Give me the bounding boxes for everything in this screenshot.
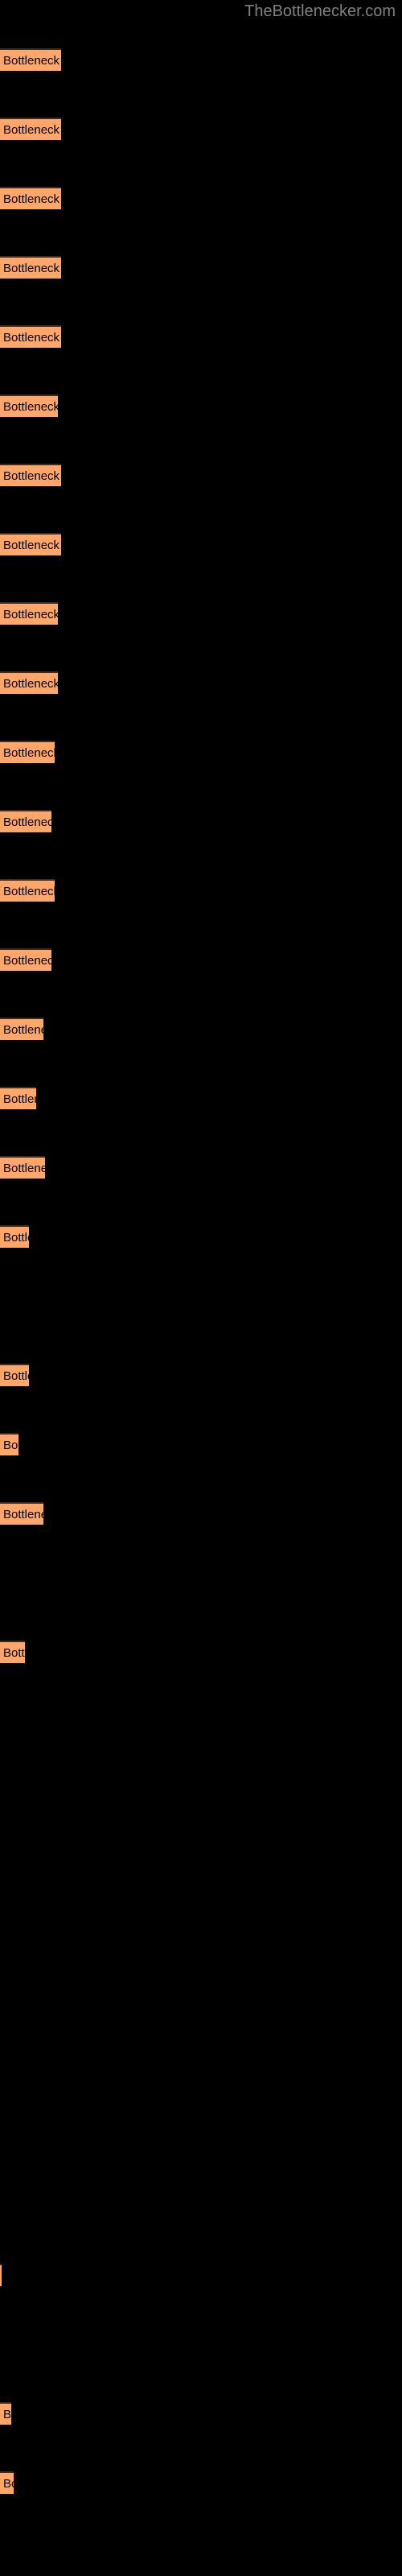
bar-label: Bottleneck result (3, 192, 61, 206)
bar-label: Bottleneck result (3, 1646, 25, 1660)
bar-label: Bottleneck result (3, 1162, 45, 1175)
bar-row-36: Bottleneck result (0, 2471, 14, 2494)
bar-label: Bottleneck result (3, 2408, 11, 2421)
bar-row-13: Bottleneck result (0, 879, 55, 902)
bar-row-10: Bottleneck result (0, 671, 58, 694)
bar-row-11: Bottleneck result (0, 741, 55, 763)
bar-row-2: Bottleneck result (0, 118, 61, 140)
bar-row-18: Bottleneck result (0, 1225, 29, 1248)
bar-label: Bottleneck result (3, 2477, 14, 2491)
bar-row-16: Bottleneck result (0, 1087, 36, 1109)
bar-label: Bottleneck result (3, 815, 51, 829)
bar-row-22: Bottleneck result (0, 1502, 43, 1525)
bar-label: Bottleneck result (3, 1439, 18, 1452)
bar-row-21: Bottleneck result (0, 1433, 18, 1455)
bar-label: Bottleneck result (3, 885, 55, 898)
bar-row-5: Bottleneck result (0, 325, 61, 348)
bar-row-8: Bottleneck result (0, 533, 61, 555)
bar-label: Bottleneck result (3, 539, 61, 552)
bar-row-14: Bottleneck result (0, 948, 51, 971)
bar-label: Bottleneck result (3, 262, 61, 275)
bar-label: Bottleneck result (3, 469, 61, 483)
bar-label: Bottleneck result (3, 954, 51, 968)
bar-row-17: Bottleneck result (0, 1156, 45, 1179)
bar-label: Bottleneck result (3, 400, 58, 414)
bar-row-9: Bottleneck result (0, 602, 58, 625)
bar-label: Bottleneck result (3, 1023, 43, 1037)
bar-row-4: Bottleneck result (0, 256, 61, 279)
bar-row-6: Bottleneck result (0, 394, 58, 417)
bar-label: Bottleneck result (3, 677, 58, 691)
bar-row-15: Bottleneck result (0, 1018, 43, 1040)
bar-label: Bottleneck result (3, 1231, 29, 1245)
bar-label: Bottleneck result (3, 54, 61, 68)
bar-label: Bottleneck result (3, 1508, 43, 1521)
bar-label: Bottleneck result (3, 331, 61, 345)
bar-row-1: Bottleneck result (0, 48, 61, 71)
bar-row-24: Bottleneck result (0, 1641, 25, 1663)
bar-label: Bottleneck result (3, 608, 58, 621)
bottleneck-chart: TheBottlenecker.com Bottleneck resultBot… (0, 0, 402, 2576)
bar-row-7: Bottleneck result (0, 464, 61, 486)
bar-row-3: Bottleneck result (0, 187, 61, 209)
bar-row-35: Bottleneck result (0, 2402, 11, 2425)
bar-row-33: Bottleneck result (0, 2264, 2, 2286)
bar-series: Bottleneck result Bottleneck result Bottle… (0, 0, 402, 2576)
bar-label: Bottleneck result (3, 123, 61, 137)
bar-row-20: Bottleneck result (0, 1364, 29, 1386)
bar-label: Bottleneck result (3, 746, 55, 760)
bar-label: Bottleneck result (3, 1092, 36, 1106)
bar-row-12: Bottleneck result (0, 810, 51, 832)
bar-label: Bottleneck result (3, 1369, 29, 1383)
